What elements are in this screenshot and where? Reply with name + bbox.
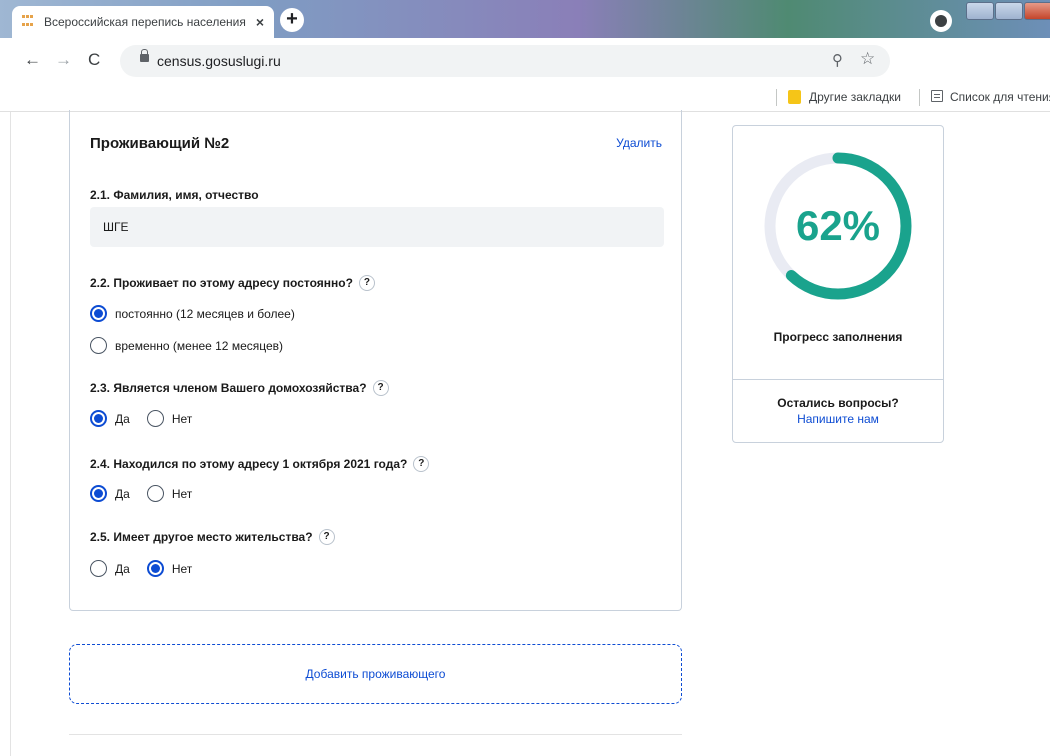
q23-text: 2.3. Является членом Вашего домохозяйств… <box>90 381 367 395</box>
tab-close-icon[interactable]: × <box>256 14 264 30</box>
browser-titlebar: Всероссийская перепись населения × + <box>0 0 1050 38</box>
zoom-icon[interactable]: ⚲ <box>832 51 843 69</box>
q24-text: 2.4. Находился по этому адресу 1 октября… <box>90 457 408 471</box>
q24-option-no[interactable]: Нет <box>146 485 193 502</box>
page-content: Проживающий №2 Удалить 2.1. Фамилия, имя… <box>0 110 1050 756</box>
radio-selected[interactable] <box>90 485 107 502</box>
q25-option-yes[interactable]: Да <box>90 560 130 577</box>
browser-toolbar: ← → C census.gosuslugi.ru ⚲ ☆ <box>0 38 1050 84</box>
q22-label: 2.2. Проживает по этому адресу постоянно… <box>90 275 375 291</box>
q22-text: 2.2. Проживает по этому адресу постоянно… <box>90 276 353 290</box>
q23-yes-label: Да <box>115 411 130 426</box>
minimize-button[interactable] <box>966 2 994 20</box>
radio-unselected[interactable] <box>146 485 164 502</box>
questions-title: Остались вопросы? <box>777 396 899 410</box>
panel-divider <box>733 379 943 380</box>
star-icon[interactable]: ☆ <box>860 49 875 69</box>
bookmarks-bar: Другие закладки Список для чтения <box>0 84 1050 112</box>
back-arrow-icon[interactable]: ← <box>24 50 41 70</box>
q24-no-label: Нет <box>171 486 193 501</box>
bottom-divider <box>69 734 682 735</box>
q22-option-permanent[interactable]: постоянно (12 месяцев и более) <box>90 305 295 322</box>
name-field[interactable]: ШГЕ <box>90 207 664 247</box>
question-icon[interactable]: ? <box>318 529 335 545</box>
tab-title: Всероссийская перепись населения <box>43 15 246 29</box>
forward-arrow-icon[interactable]: → <box>55 50 72 70</box>
census-favicon-icon <box>22 15 34 29</box>
lock-icon <box>140 49 149 62</box>
radio-unselected[interactable] <box>90 337 107 354</box>
name-value[interactable]: ШГЕ <box>103 220 129 234</box>
progress-label: Прогресс заполнения <box>773 330 903 344</box>
resident-title: Проживающий №2 <box>90 135 230 152</box>
add-resident-button[interactable]: Добавить проживающего <box>69 644 682 704</box>
q23-option-yes[interactable]: Да <box>90 410 130 427</box>
profile-icon[interactable] <box>930 10 952 32</box>
radio-unselected[interactable] <box>146 410 164 427</box>
progress-panel: 62% Прогресс заполнения Остались вопросы… <box>732 125 944 443</box>
window-controls <box>966 2 1050 20</box>
close-window-button[interactable] <box>1024 2 1050 20</box>
address-bar[interactable]: census.gosuslugi.ru ⚲ ☆ <box>120 45 890 77</box>
q24-label: 2.4. Находился по этому адресу 1 октября… <box>90 456 430 472</box>
q22-option-temporary[interactable]: временно (менее 12 месяцев) <box>90 337 283 354</box>
radio-selected[interactable] <box>90 305 107 322</box>
q22-option-label: временно (менее 12 месяцев) <box>115 338 284 353</box>
question-icon[interactable]: ? <box>358 275 375 291</box>
question-icon[interactable]: ? <box>372 380 389 396</box>
q23-options: Да Нет <box>90 410 209 427</box>
resident-card: Проживающий №2 Удалить 2.1. Фамилия, имя… <box>69 110 682 611</box>
q23-option-no[interactable]: Нет <box>146 410 193 427</box>
q22-option-label: постоянно (12 месяцев и более) <box>115 306 295 321</box>
q25-no-label: Нет <box>171 561 193 576</box>
progress-percent: 62% <box>795 202 881 249</box>
radio-unselected[interactable] <box>90 560 107 577</box>
q24-options: Да Нет <box>90 485 209 502</box>
q25-text: 2.5. Имеет другое место жительства? <box>90 530 313 544</box>
bookmark-separator <box>919 89 920 106</box>
q25-options: Да Нет <box>90 560 209 577</box>
question-icon[interactable]: ? <box>413 456 430 472</box>
new-tab-button[interactable]: + <box>280 8 304 32</box>
q23-no-label: Нет <box>171 411 193 426</box>
q23-label: 2.3. Является членом Вашего домохозяйств… <box>90 380 389 396</box>
reload-icon[interactable]: C <box>88 50 100 70</box>
add-resident-label: Добавить проживающего <box>305 667 446 681</box>
url-text[interactable]: census.gosuslugi.ru <box>157 53 281 69</box>
folder-icon <box>788 90 801 104</box>
q25-label: 2.5. Имеет другое место жительства? ? <box>90 529 335 545</box>
left-divider <box>10 112 11 756</box>
bookmark-separator <box>776 89 777 106</box>
radio-selected[interactable] <box>146 560 164 577</box>
name-question-label: 2.1. Фамилия, имя, отчество <box>90 188 259 202</box>
q24-yes-label: Да <box>115 486 130 501</box>
radio-selected[interactable] <box>90 410 107 427</box>
other-bookmarks[interactable]: Другие закладки <box>809 90 901 104</box>
maximize-button[interactable] <box>995 2 1023 20</box>
delete-link[interactable]: Удалить <box>616 136 662 150</box>
browser-tab[interactable]: Всероссийская перепись населения × <box>12 6 274 38</box>
reading-list-icon <box>931 90 943 102</box>
write-us-link[interactable]: Напишите нам <box>733 412 943 426</box>
q25-option-no[interactable]: Нет <box>146 560 193 577</box>
q24-option-yes[interactable]: Да <box>90 485 130 502</box>
reading-list[interactable]: Список для чтения <box>950 90 1050 104</box>
q25-yes-label: Да <box>115 561 130 576</box>
